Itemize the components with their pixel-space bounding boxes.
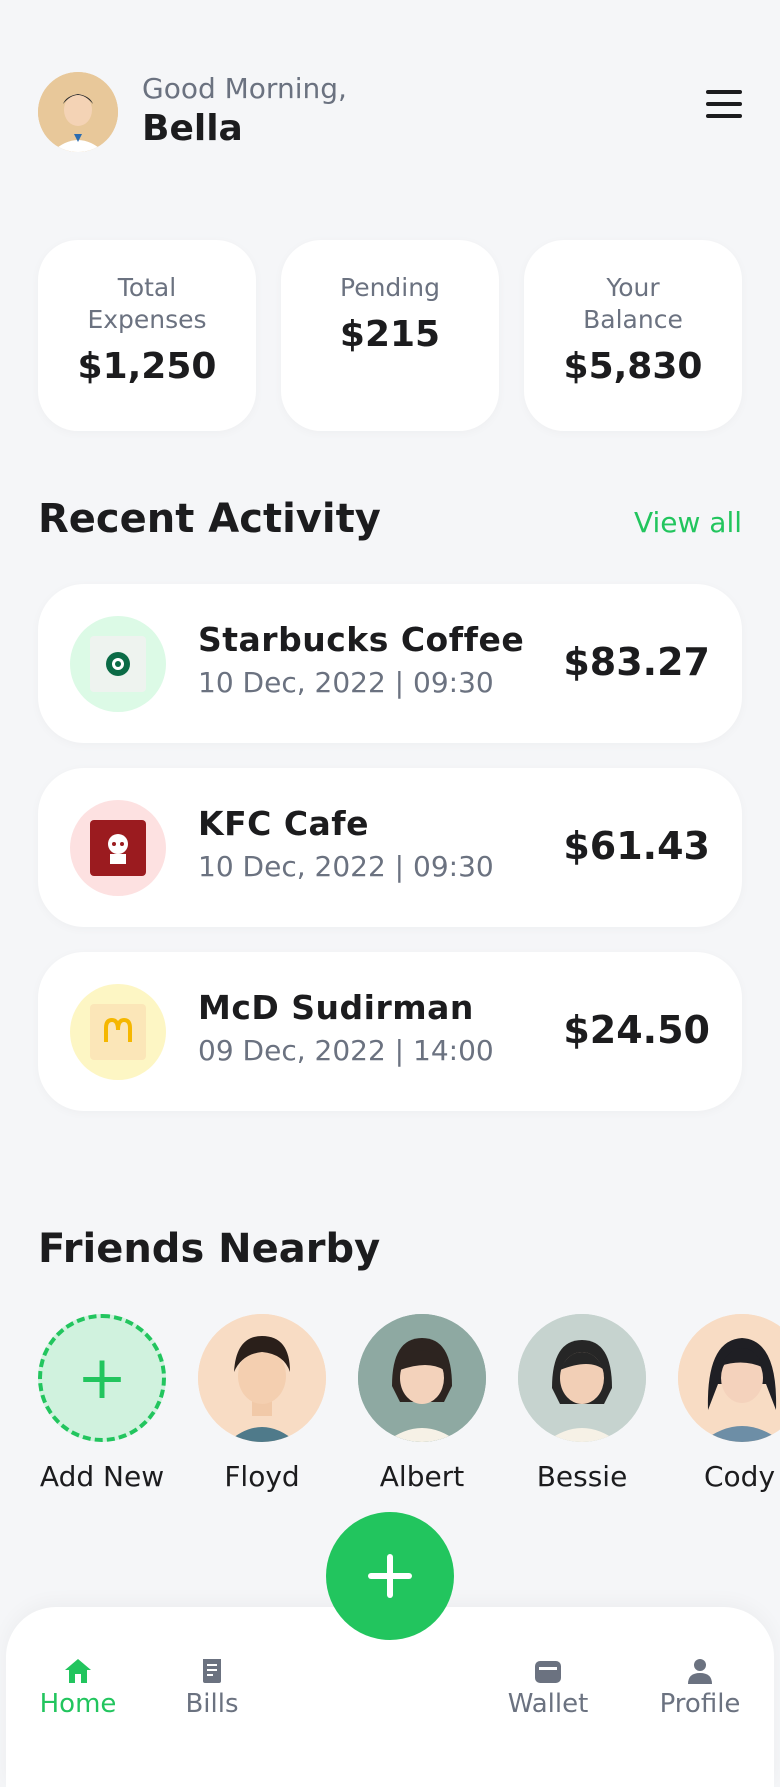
user-name: Bella <box>142 108 243 149</box>
nav-bills[interactable]: Bills <box>152 1657 272 1719</box>
activity-title: KFC Cafe <box>198 804 370 843</box>
stat-your-balance[interactable]: Your Balance $5,830 <box>524 240 742 431</box>
friend-avatar[interactable] <box>678 1314 780 1442</box>
nav-label: Home <box>39 1689 117 1719</box>
activity-amount: $24.50 <box>563 1008 710 1052</box>
menu-icon[interactable] <box>706 90 742 118</box>
stats-row: Total Expenses $1,250 Pending $215 Your … <box>38 240 742 431</box>
plus-icon: + <box>76 1343 128 1413</box>
activity-item[interactable]: Starbucks Coffee 10 Dec, 2022 | 09:30 $8… <box>38 584 742 743</box>
activity-item[interactable]: KFC Cafe 10 Dec, 2022 | 09:30 $61.43 <box>38 768 742 927</box>
nav-home[interactable]: Home <box>18 1657 138 1719</box>
kfc-logo-icon <box>70 800 166 896</box>
add-fab-button[interactable] <box>326 1512 454 1640</box>
stat-pending[interactable]: Pending $215 <box>281 240 499 431</box>
nav-label: Bills <box>185 1689 239 1719</box>
friend-item[interactable]: Cody <box>678 1314 780 1493</box>
activity-date: 10 Dec, 2022 | 09:30 <box>198 850 494 883</box>
stat-value: $5,830 <box>563 346 703 387</box>
home-icon <box>65 1659 91 1683</box>
activity-title: Starbucks Coffee <box>198 620 525 659</box>
profile-icon <box>688 1659 712 1684</box>
friend-name: Bessie <box>536 1460 628 1493</box>
stat-label: Total Expenses <box>87 273 207 334</box>
friend-item[interactable]: Floyd <box>198 1314 326 1493</box>
greeting-text: Good Morning, <box>142 72 347 105</box>
nav-label: Wallet <box>507 1689 589 1719</box>
activity-item[interactable]: McD Sudirman 09 Dec, 2022 | 14:00 $24.50 <box>38 952 742 1111</box>
avatar[interactable] <box>38 72 118 152</box>
add-friend-button[interactable]: + Add New <box>38 1314 166 1493</box>
header: Good Morning, Bella <box>38 72 742 152</box>
activity-date: 09 Dec, 2022 | 14:00 <box>198 1034 494 1067</box>
nav-profile[interactable]: Profile <box>640 1657 760 1719</box>
activity-title: McD Sudirman <box>198 988 474 1027</box>
friend-name: Add New <box>39 1460 165 1493</box>
friend-avatar[interactable] <box>518 1314 646 1442</box>
bills-icon <box>203 1659 221 1683</box>
nav-wallet[interactable]: Wallet <box>488 1657 608 1719</box>
nav-label: Profile <box>659 1689 741 1719</box>
stat-label: Pending <box>340 273 440 302</box>
friend-name: Cody <box>704 1460 776 1493</box>
friend-name: Floyd <box>224 1460 300 1493</box>
activity-amount: $83.27 <box>563 640 710 684</box>
stat-total-expenses[interactable]: Total Expenses $1,250 <box>38 240 256 431</box>
friend-avatar[interactable] <box>198 1314 326 1442</box>
stat-value: $1,250 <box>77 346 217 387</box>
friends-nearby-title: Friends Nearby <box>38 1226 381 1272</box>
add-friend-circle[interactable]: + <box>38 1314 166 1442</box>
friend-item[interactable]: Bessie <box>518 1314 646 1493</box>
wallet-icon <box>535 1661 561 1683</box>
mcdonalds-logo-icon <box>70 984 166 1080</box>
friend-item[interactable]: Albert <box>358 1314 486 1493</box>
plus-icon-vertical <box>387 1554 393 1598</box>
activity-amount: $61.43 <box>563 824 710 868</box>
recent-activity-title: Recent Activity <box>38 496 381 542</box>
starbucks-logo-icon <box>70 616 166 712</box>
stat-value: $215 <box>339 314 441 355</box>
activity-date: 10 Dec, 2022 | 09:30 <box>198 666 494 699</box>
stat-label: Your Balance <box>583 273 683 334</box>
friend-avatar[interactable] <box>358 1314 486 1442</box>
view-all-link[interactable]: View all <box>634 506 742 539</box>
friend-name: Albert <box>379 1460 465 1493</box>
